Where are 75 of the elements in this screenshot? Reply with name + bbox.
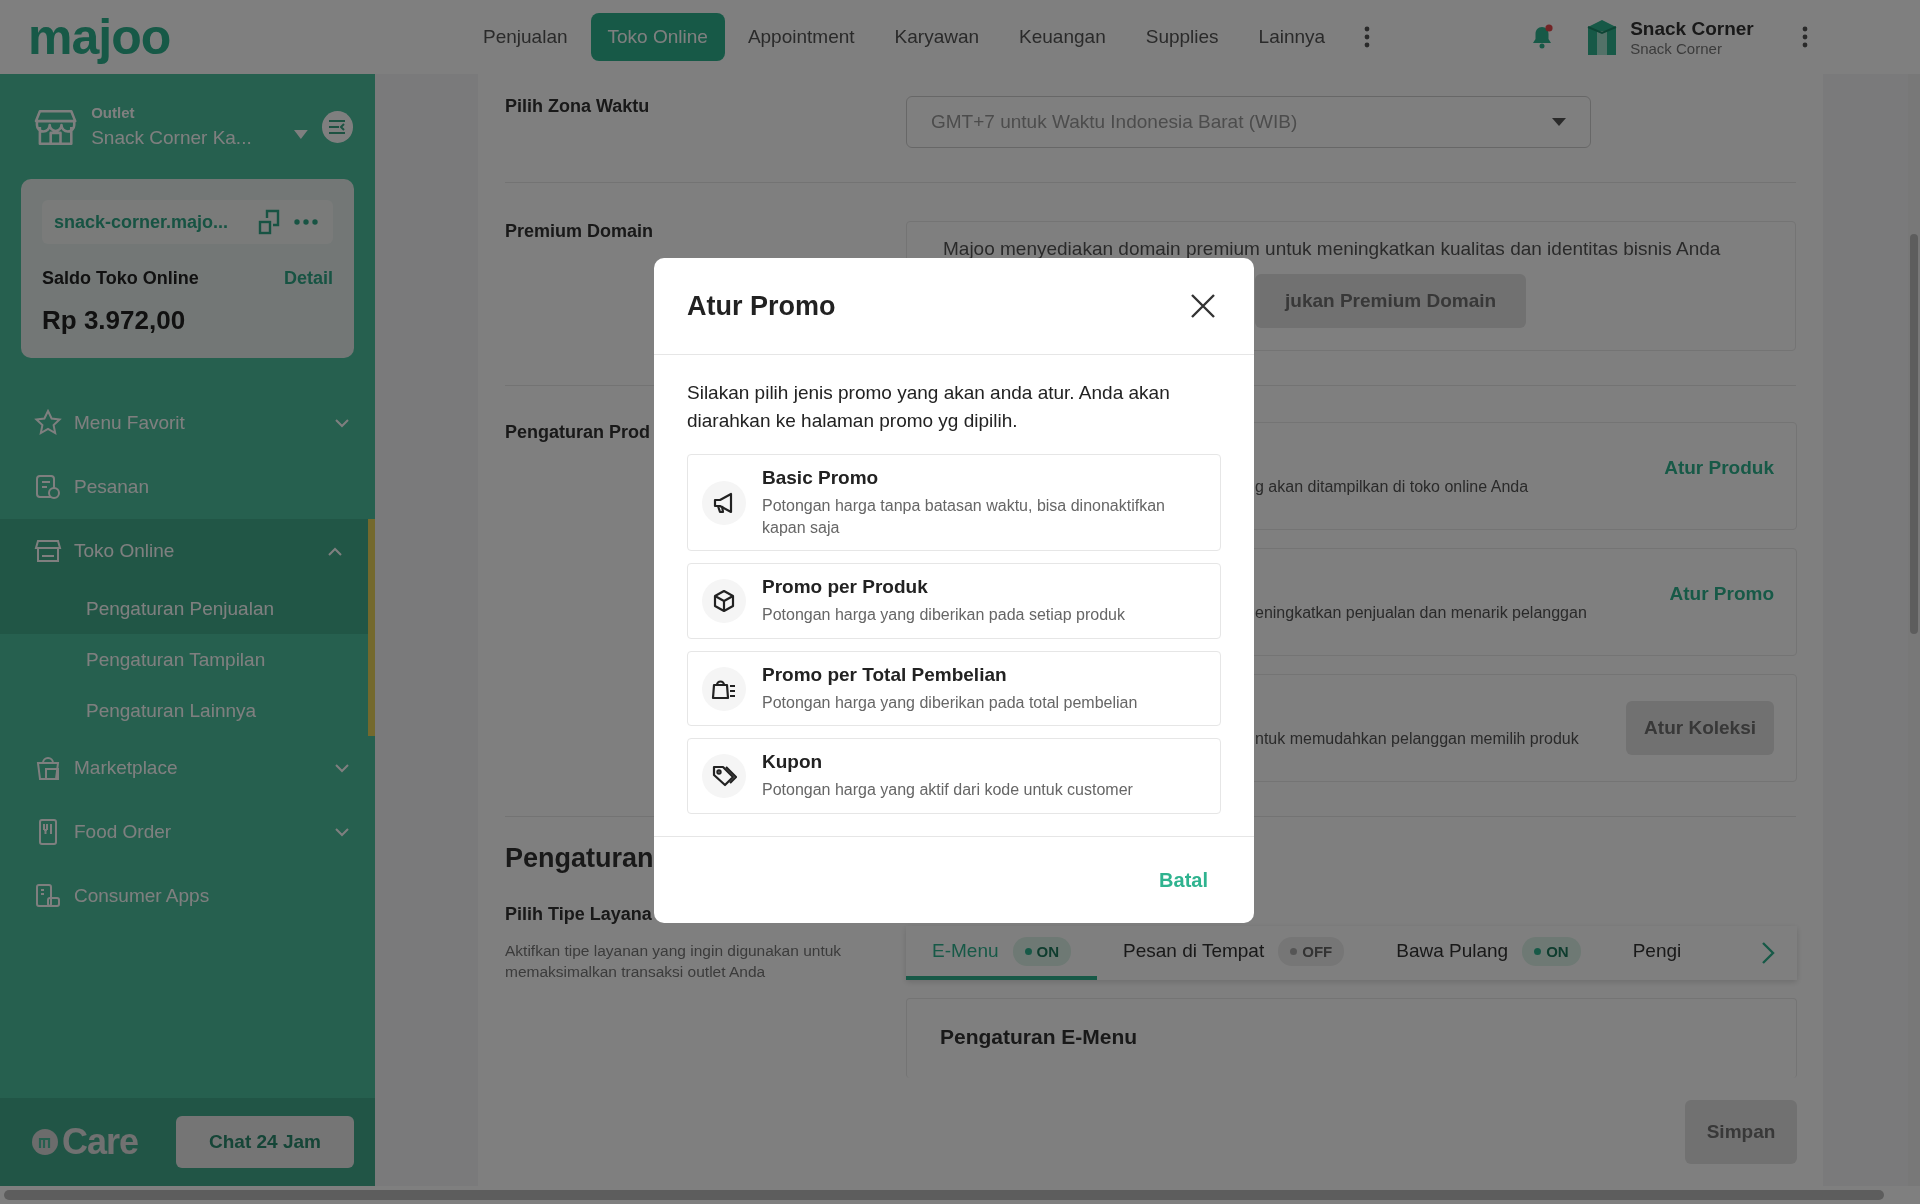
balance-amount: Rp 3.972,00 xyxy=(42,305,187,336)
nav-tab[interactable]: Lainnya xyxy=(1241,13,1343,61)
setting-description: ntuk memudahkan pelanggan memilih produk xyxy=(1255,730,1579,748)
more-icon[interactable] xyxy=(1802,26,1809,48)
store-icon xyxy=(34,537,62,565)
field-label: Premium Domain xyxy=(505,221,655,243)
scrollbar-thumb[interactable] xyxy=(1910,234,1918,634)
menu-item[interactable]: Food Order xyxy=(0,800,375,864)
menu-item[interactable]: Marketplace xyxy=(0,736,375,800)
nav-tab[interactable]: Karyawan xyxy=(877,13,997,61)
bag-icon xyxy=(34,754,62,782)
detail-link[interactable]: Detail xyxy=(283,268,333,289)
menu-item[interactable]: Menu Favorit xyxy=(0,391,375,455)
setting-link[interactable]: Atur Promo xyxy=(1669,583,1774,605)
setting-description: g akan ditampilkan di toko online Anda xyxy=(1255,478,1529,496)
care-logo-icon xyxy=(32,1129,58,1155)
field-label: Pilih Tipe Layana xyxy=(505,904,653,926)
field-label: Pilih Zona Waktu xyxy=(505,96,651,118)
submenu-item[interactable]: Pengaturan Tampilan xyxy=(0,634,368,685)
menu-icon[interactable] xyxy=(328,119,347,134)
promo-option[interactable]: Promo per Produk Potongan harga yang diberikan pada setiap produk xyxy=(687,563,1221,639)
service-tab[interactable]: E-Menu ON xyxy=(906,926,1098,980)
submenu-item[interactable]: Pengaturan Lainnya xyxy=(0,685,368,736)
notification-bell-icon[interactable] xyxy=(1530,24,1555,50)
nav-tab[interactable]: Keuangan xyxy=(1002,13,1123,61)
user-name: Snack Corner xyxy=(1630,17,1755,40)
star-icon xyxy=(34,409,62,437)
dialog-description: Silakan pilih jenis promo yang akan anda atur. Anda akan diarahkan ke halaman promo yg dipilih. xyxy=(687,381,1171,433)
caret-icon[interactable] xyxy=(293,130,308,139)
setting-description: eningkatkan penjualan dan menarik pelanggan xyxy=(1255,604,1587,622)
menu-item[interactable]: Pesanan xyxy=(0,455,375,519)
menu-item[interactable]: Toko Online xyxy=(0,519,368,583)
status-badge: ON xyxy=(1012,936,1072,966)
service-tab[interactable]: Pengi xyxy=(1606,926,1708,980)
cube-icon xyxy=(711,588,737,615)
collapse-menu-button[interactable] xyxy=(321,110,353,143)
outlet-selector[interactable]: Snack Corner Ka... xyxy=(91,127,268,149)
scrollbar-thumb[interactable] xyxy=(4,1190,1884,1200)
section-heading: Pengaturan xyxy=(505,843,654,874)
nav-tab[interactable]: Toko Online xyxy=(590,13,725,61)
user-subtitle: Snack Corner xyxy=(1630,39,1723,57)
caret-icon[interactable] xyxy=(1552,118,1566,126)
more-icon[interactable] xyxy=(1364,26,1371,48)
apps-icon xyxy=(34,882,62,910)
status-badge: OFF xyxy=(1278,936,1345,966)
domain-description: Majoo menyediakan domain premium untuk meningkatkan kualitas dan identitas bisnis Anda xyxy=(943,238,1721,260)
card-title: Pengaturan E-Menu xyxy=(940,1025,1138,1048)
outlet-label: Outlet xyxy=(91,104,136,121)
setting-button[interactable]: Atur Koleksi xyxy=(1626,701,1774,755)
chat-button[interactable]: Chat 24 Jam xyxy=(176,1116,354,1168)
save-button[interactable]: Simpan xyxy=(1685,1100,1797,1164)
cancel-button[interactable]: Batal xyxy=(1153,867,1214,893)
nav-tab[interactable]: Penjualan xyxy=(466,13,585,61)
brand-logo: majoo xyxy=(28,12,172,62)
service-tab[interactable]: Pesan di Tempat OFF xyxy=(1097,926,1371,980)
promo-option[interactable]: Promo per Total Pembelian Potongan harga yang diberikan pada total pembelian xyxy=(687,650,1221,727)
status-badge: ON xyxy=(1522,936,1581,966)
nav-tab[interactable]: Supplies xyxy=(1128,13,1236,61)
nav-tab[interactable]: Appointment xyxy=(730,13,872,61)
menu-item[interactable]: Consumer Apps xyxy=(0,864,375,928)
promo-option[interactable]: Basic Promo Potongan harga tanpa batasan waktu, bisa dinonaktifkan kapan saja xyxy=(687,454,1221,552)
care-logo: Care xyxy=(62,1121,139,1163)
promo-option[interactable]: Kupon Potongan harga yang aktif dari kode untuk customer xyxy=(687,738,1221,815)
chevron-right-icon[interactable] xyxy=(1761,941,1775,965)
balance-label: Saldo Toko Online xyxy=(42,268,199,289)
premium-domain-button[interactable]: jukan Premium Domain xyxy=(1255,274,1527,328)
order-icon xyxy=(34,473,62,501)
setting-link[interactable]: Atur Produk xyxy=(1664,457,1774,479)
more-icon[interactable] xyxy=(294,219,318,225)
copy-icon[interactable] xyxy=(258,209,280,235)
close-icon[interactable] xyxy=(1190,293,1216,319)
dialog-title: Atur Promo xyxy=(687,290,836,322)
store-url-field[interactable]: snack-corner.majo... xyxy=(42,200,333,244)
field-description: Aktifkan tipe layanan yang ingin digunakan untuk memaksimalkan transaksi outlet Anda xyxy=(505,940,843,983)
service-tab[interactable]: Bawa Pulang ON xyxy=(1370,926,1607,980)
